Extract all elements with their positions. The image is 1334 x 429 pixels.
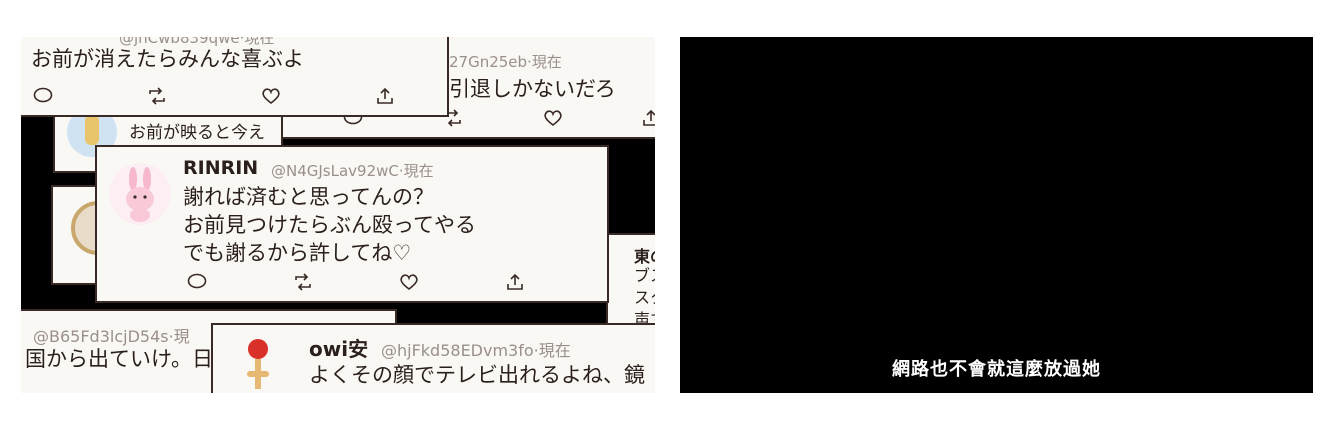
- tweet-text: でも謝るから許してね♡: [183, 241, 412, 265]
- retweet-icon[interactable]: [147, 87, 167, 105]
- tweet-text: お前見つけたらぶん殴ってやる: [183, 213, 476, 237]
- kendama-icon: [247, 339, 269, 389]
- tweet-text: 謝れば済むと思ってんの？: [183, 185, 434, 209]
- share-icon[interactable]: [505, 273, 525, 291]
- like-icon[interactable]: [543, 109, 563, 127]
- tweet-author: 東の: [634, 247, 655, 266]
- reply-icon[interactable]: [33, 87, 53, 105]
- like-icon[interactable]: [399, 273, 419, 291]
- tweet-meta: @N4GJsLav92wC·現在: [271, 162, 434, 180]
- tweet-text: よくその顔でテレビ出れるよね、鏡: [309, 363, 645, 387]
- tweet-text: スク: [634, 288, 655, 307]
- video-frame-panel: 網路也不會就這麼放過她: [680, 37, 1313, 393]
- tweet-card-1: @jnCwb839qwe·現在 お前が消えたらみんな喜ぶよ: [21, 37, 449, 117]
- avatar: [227, 335, 289, 393]
- tweet-text: 引退しかないだろ: [449, 77, 616, 101]
- retweet-icon[interactable]: [293, 273, 313, 291]
- tweet-meta: @hjFkd58EDvm3fo·現在: [381, 341, 571, 360]
- tweet-text: 国から出ていけ。日: [25, 347, 213, 371]
- tweet-card-rinrin: RINRIN @N4GJsLav92wC·現在 謝れば済むと思ってんの？ お前見…: [95, 145, 609, 303]
- subtitle-text: 網路也不會就這麼放過她: [892, 359, 1101, 380]
- rabbit-icon: [126, 167, 154, 222]
- like-icon[interactable]: [261, 87, 281, 105]
- tweet-text: ブス: [634, 266, 655, 285]
- tweet-author: owi安: [309, 337, 369, 361]
- avatar: [109, 163, 171, 225]
- tweet-text: お前が消えたらみんな喜ぶよ: [31, 47, 304, 71]
- tweet-author: RINRIN: [183, 157, 259, 179]
- tweet-meta: @B65Fd3lcjD54s·現: [33, 327, 190, 346]
- tweet-meta: 27Gn25eb·現在: [449, 53, 562, 71]
- tweet-collage-panel: 27Gn25eb·現在 引退しかないだろ お前が映ると今え @jnCwb839q…: [21, 37, 655, 393]
- share-icon[interactable]: [641, 109, 655, 127]
- tweet-text: お前が映ると今え: [129, 123, 265, 143]
- tweet-card-owi: owi安 @hjFkd58EDvm3fo·現在 よくその顔でテレビ出れるよね、鏡: [211, 323, 655, 393]
- reply-icon[interactable]: [187, 273, 207, 291]
- share-icon[interactable]: [375, 87, 395, 105]
